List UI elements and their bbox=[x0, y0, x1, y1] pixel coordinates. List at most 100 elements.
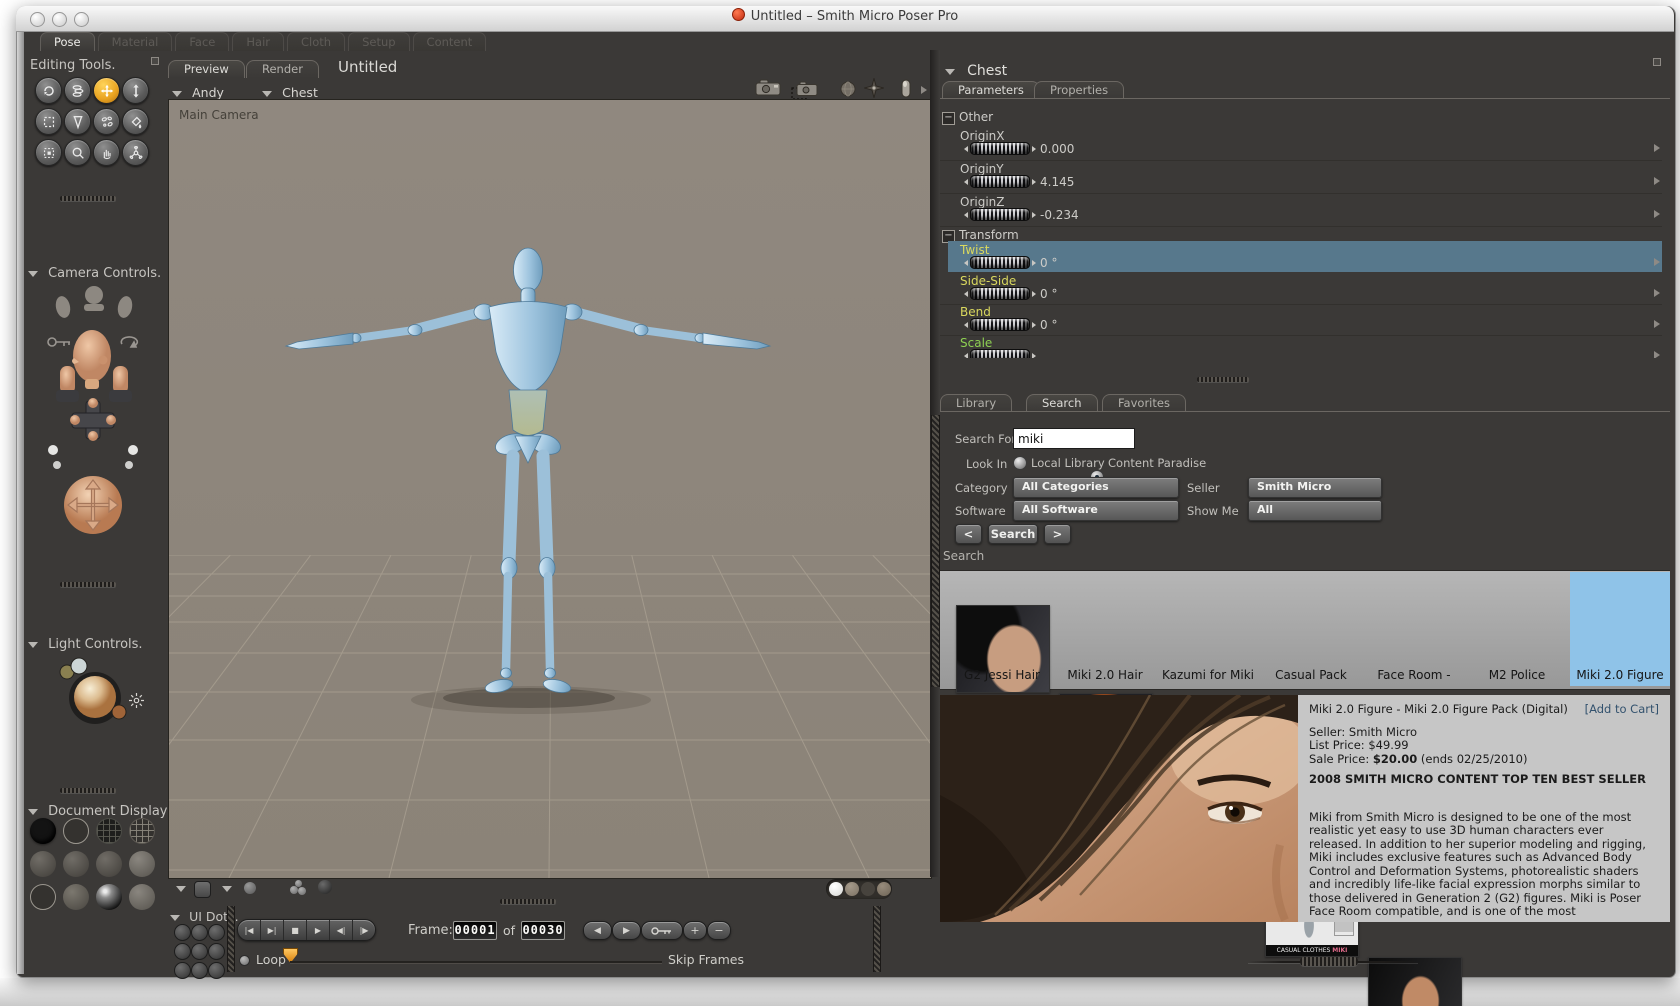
style-dot[interactable] bbox=[877, 882, 891, 896]
param-dial-bend[interactable] bbox=[964, 318, 1036, 331]
ui-dot[interactable] bbox=[208, 962, 225, 979]
pose-hand-tool-icon[interactable] bbox=[93, 139, 120, 166]
param-menu-arrow-icon[interactable] bbox=[1654, 210, 1660, 218]
param-value[interactable]: 4.145 bbox=[1040, 175, 1074, 189]
display-cartoon-line-icon[interactable] bbox=[30, 884, 56, 910]
translate-in-out-tool-icon[interactable] bbox=[122, 77, 149, 104]
axis-star-icon[interactable] bbox=[864, 78, 884, 98]
edit-keyframes-button[interactable] bbox=[641, 921, 683, 940]
tab-cloth[interactable]: Cloth bbox=[287, 32, 346, 51]
tab-face[interactable]: Face bbox=[175, 32, 230, 51]
ui-dot[interactable] bbox=[191, 924, 208, 941]
group-edit-tool-icon[interactable] bbox=[35, 139, 62, 166]
panel-expand-arrow-icon[interactable] bbox=[921, 86, 927, 94]
ui-dot[interactable] bbox=[208, 943, 225, 960]
display-texture-shaded-icon[interactable] bbox=[129, 884, 155, 910]
zoom-tool-icon[interactable] bbox=[64, 139, 91, 166]
panel-divider-handle[interactable] bbox=[500, 899, 556, 904]
param-value[interactable]: 0 ° bbox=[1040, 256, 1057, 270]
last-frame-button[interactable]: ▶| bbox=[260, 920, 283, 940]
next-keyframe-button[interactable]: ▶ bbox=[612, 921, 641, 940]
globe-icon[interactable] bbox=[840, 81, 856, 97]
display-lit-wireframe-icon[interactable] bbox=[129, 818, 155, 844]
result-caption[interactable]: G2 Jessi Hair bbox=[952, 668, 1052, 682]
tab-hair[interactable]: Hair bbox=[232, 32, 284, 51]
tab-pose[interactable]: Pose bbox=[40, 32, 95, 51]
ui-dot[interactable] bbox=[174, 924, 191, 941]
andy-figure[interactable] bbox=[284, 247, 772, 695]
frame-all-button[interactable] bbox=[194, 881, 211, 898]
step-forward-button[interactable]: |▶ bbox=[352, 920, 375, 940]
ui-dot[interactable] bbox=[174, 943, 191, 960]
display-outline-icon[interactable] bbox=[63, 818, 89, 844]
ui-dot[interactable] bbox=[191, 962, 208, 979]
display-smooth-shaded-icon[interactable] bbox=[63, 884, 89, 910]
panel-divider-handle[interactable] bbox=[1197, 377, 1249, 382]
tab-library[interactable]: Library bbox=[940, 394, 1013, 412]
loop-toggle[interactable] bbox=[239, 955, 250, 966]
result-thumbnail[interactable] bbox=[1368, 957, 1462, 1006]
panel-splitter[interactable] bbox=[931, 415, 940, 687]
ui-dot[interactable] bbox=[191, 943, 208, 960]
multi-ball-icon[interactable] bbox=[290, 880, 306, 896]
param-value[interactable]: 0.000 bbox=[1040, 142, 1074, 156]
result-caption[interactable]: Casual Pack bbox=[1261, 668, 1361, 682]
current-frame-counter[interactable]: 00001 bbox=[453, 921, 497, 940]
panel-splitter[interactable] bbox=[873, 906, 881, 972]
tab-parameters[interactable]: Parameters bbox=[942, 81, 1040, 99]
panel-resize-handle[interactable] bbox=[1300, 957, 1358, 966]
camera-controls-cluster[interactable] bbox=[44, 284, 144, 536]
sun-icon[interactable] bbox=[128, 692, 145, 709]
delete-keyframe-button[interactable]: − bbox=[707, 921, 731, 940]
result-caption[interactable]: Miki 2.0 Hair bbox=[1055, 668, 1155, 682]
timeline-track[interactable] bbox=[290, 961, 662, 963]
prev-page-button[interactable]: < bbox=[955, 524, 982, 544]
param-value[interactable]: 0 ° bbox=[1040, 287, 1057, 301]
tab-setup[interactable]: Setup bbox=[348, 32, 410, 51]
tab-search[interactable]: Search bbox=[1026, 394, 1098, 412]
show-me-dropdown[interactable]: All bbox=[1248, 500, 1382, 521]
tab-favorites[interactable]: Favorites bbox=[1102, 394, 1186, 412]
param-dial-twist[interactable] bbox=[964, 256, 1036, 269]
display-flat-lined-icon[interactable] bbox=[96, 851, 122, 877]
style-dot-selected[interactable] bbox=[829, 882, 843, 896]
tab-preview[interactable]: Preview bbox=[168, 60, 245, 78]
left-edge-gutter[interactable] bbox=[17, 32, 24, 974]
rotate-tool-icon[interactable] bbox=[35, 77, 62, 104]
result-caption[interactable]: Kazumi for Miki bbox=[1158, 668, 1258, 682]
display-silhouette-icon[interactable] bbox=[30, 818, 56, 844]
param-dial-side-side[interactable] bbox=[964, 287, 1036, 300]
stop-button[interactable]: ■ bbox=[283, 920, 306, 940]
param-value[interactable]: 0 ° bbox=[1040, 318, 1057, 332]
style-dot[interactable] bbox=[861, 882, 875, 896]
display-wireframe-icon[interactable] bbox=[96, 818, 122, 844]
param-menu-arrow-icon[interactable] bbox=[1654, 320, 1660, 328]
panel-widget[interactable] bbox=[151, 57, 159, 65]
actor-properties-header[interactable]: Chest bbox=[945, 60, 1007, 79]
param-dial-originy[interactable] bbox=[964, 175, 1036, 188]
display-cartoon-icon[interactable] bbox=[129, 851, 155, 877]
panel-divider-handle[interactable] bbox=[60, 582, 116, 587]
direct-manipulation-tool-icon[interactable] bbox=[122, 139, 149, 166]
panel-widget[interactable] bbox=[1653, 58, 1661, 66]
style-dot[interactable] bbox=[845, 882, 859, 896]
total-frames-counter[interactable]: 00030 bbox=[521, 921, 565, 940]
param-menu-arrow-icon[interactable] bbox=[1654, 177, 1660, 185]
shaded-ball-icon[interactable] bbox=[318, 880, 332, 894]
prev-keyframe-button[interactable]: ◀ bbox=[583, 921, 612, 940]
taper-tool-icon[interactable] bbox=[64, 108, 91, 135]
tab-content[interactable]: Content bbox=[412, 32, 487, 51]
param-dial-originx[interactable] bbox=[964, 142, 1036, 155]
panel-divider-handle[interactable] bbox=[60, 788, 116, 793]
light-pill-icon[interactable] bbox=[901, 79, 911, 98]
add-to-cart-link[interactable]: [Add to Cart] bbox=[1585, 702, 1659, 717]
add-keyframe-button[interactable]: + bbox=[683, 921, 707, 940]
tracking-ball-icon[interactable] bbox=[244, 882, 256, 894]
param-menu-arrow-icon[interactable] bbox=[1654, 289, 1660, 297]
display-flat-shaded-icon[interactable] bbox=[63, 851, 89, 877]
ui-dot[interactable] bbox=[174, 962, 191, 979]
result-caption-selected[interactable]: Miki 2.0 Figure bbox=[1570, 668, 1670, 682]
main-camera-viewport[interactable]: Main Camera bbox=[168, 99, 932, 879]
panel-splitter[interactable] bbox=[227, 906, 235, 972]
play-button[interactable]: ▶ bbox=[306, 920, 329, 940]
